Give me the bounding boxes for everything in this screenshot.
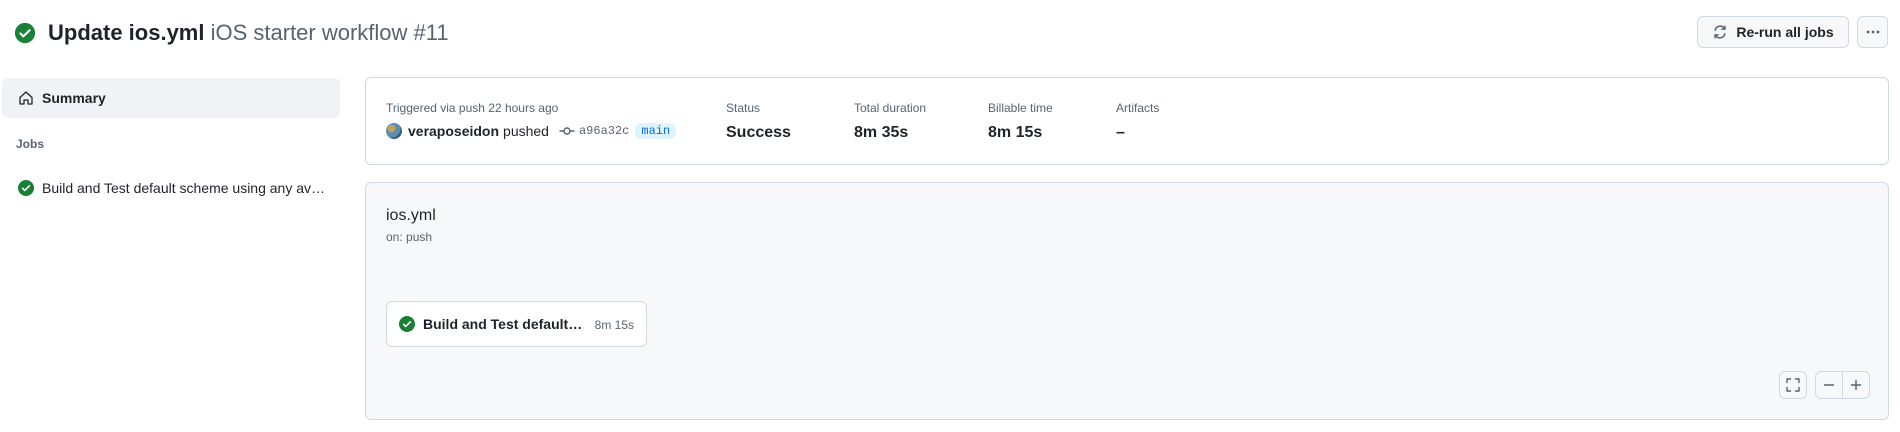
rerun-all-jobs-button[interactable]: Re-run all jobs [1697,16,1849,48]
dash-icon [1823,384,1835,386]
job-duration: 8m 15s [594,318,634,332]
fullscreen-button[interactable] [1779,371,1807,399]
artifacts-label: Artifacts [1116,101,1160,115]
zoom-out-button[interactable] [1815,371,1843,399]
avatar[interactable] [386,123,402,139]
workflow-graph: ios.yml on: push Build and Test default … [365,182,1889,420]
sidebar-item-summary[interactable]: Summary [2,78,340,118]
check-circle-icon [18,180,34,196]
kebab-horizontal-icon [1866,30,1879,34]
run-summary: Triggered via push 22 hours ago verapose… [365,77,1889,165]
git-commit-icon [559,127,575,135]
commit-sha-link[interactable]: a96a32c [579,124,629,138]
workflow-trigger: on: push [386,230,433,244]
page-title: Update ios.yml iOS starter workflow #11 [48,19,449,47]
check-circle-icon [399,316,415,332]
commit-message: Update ios.yml [48,20,205,45]
home-icon [19,91,33,105]
sidebar-item-job[interactable]: Build and Test default scheme using any … [2,170,340,206]
billable-label: Billable time [988,101,1053,115]
rerun-label: Re-run all jobs [1736,24,1834,40]
screen-full-icon [1786,378,1800,392]
artifacts-value: – [1116,124,1125,141]
plus-icon [1850,379,1862,391]
more-options-button[interactable] [1857,16,1888,48]
job-name: Build and Test default scheme using any … [423,316,585,332]
check-circle-icon [14,22,36,44]
job-card[interactable]: Build and Test default scheme using any … [386,301,647,347]
billable-value: 8m 15s [988,124,1043,141]
branch-label[interactable]: main [635,123,677,139]
duration-label: Total duration [854,101,927,115]
trigger-details: veraposeidon pushed a96a32c main [386,123,677,139]
jobs-heading: Jobs [16,137,45,151]
sidebar-job-label: Build and Test default scheme using any … [42,180,332,196]
status-label: Status [726,101,761,115]
sync-icon [1714,25,1727,39]
trigger-label: Triggered via push 22 hours ago [386,101,559,115]
actor-link[interactable]: veraposeidon [408,123,499,139]
duration-value: 8m 35s [854,124,909,141]
page-header: Update ios.yml iOS starter workflow #11 … [0,0,1900,66]
trigger-action: pushed [503,123,549,139]
status-value: Success [726,124,791,141]
zoom-in-button[interactable] [1842,371,1870,399]
workflow-run-name: iOS starter workflow #11 [210,20,449,45]
sidebar-item-label: Summary [42,90,106,106]
workflow-file-name: ios.yml [386,207,436,224]
